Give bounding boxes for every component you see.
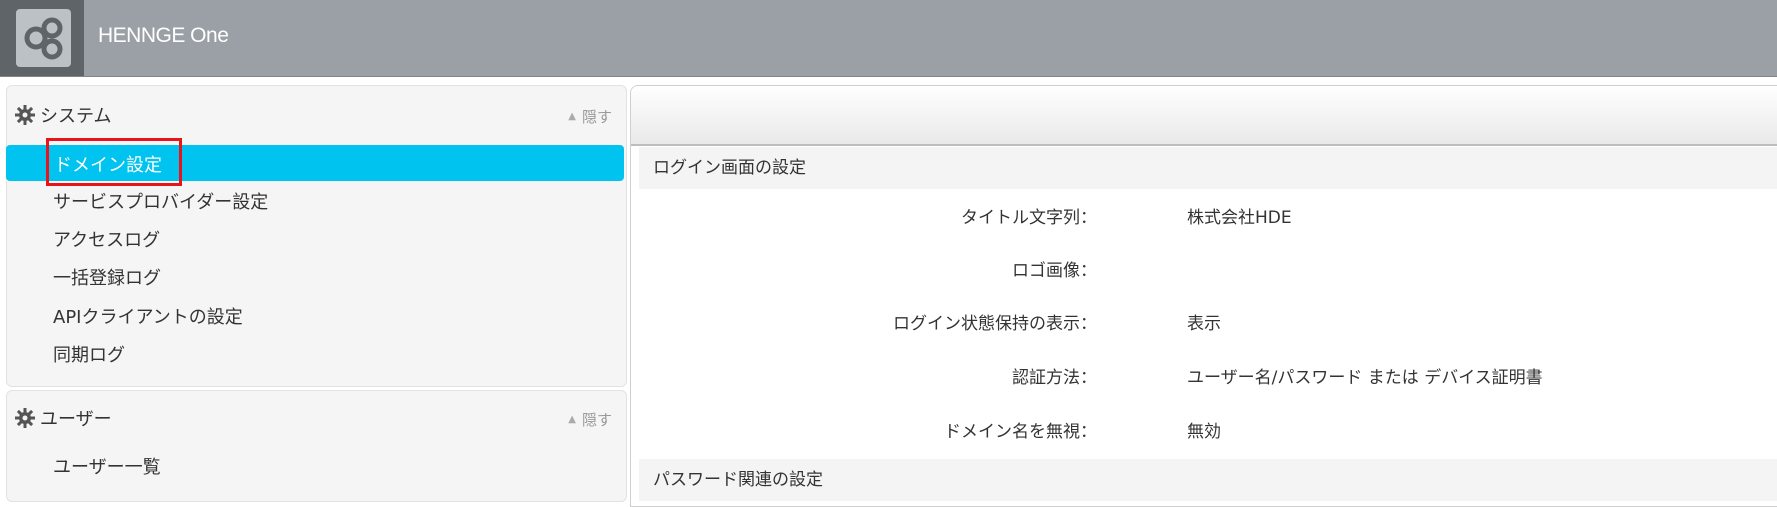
share-logo-icon	[16, 9, 71, 67]
sidebar-item-service-provider[interactable]: サービスプロバイダー設定	[53, 188, 268, 214]
highlight-annotation	[46, 138, 182, 186]
triangle-up-icon: ▲	[568, 111, 576, 122]
main-toolbar	[631, 86, 1777, 146]
setting-label: ログイン状態保持の表示：	[893, 314, 1097, 334]
sidebar-section-users: ユーザー ▲ 隠す	[6, 390, 627, 502]
sidebar-item-user-list[interactable]: ユーザー一覧	[53, 453, 161, 479]
brand-name: HENNGE One	[98, 24, 229, 47]
sidebar-item-sync-log[interactable]: 同期ログ	[53, 341, 125, 367]
section-title: ユーザー	[40, 409, 112, 430]
setting-row-ignore-domain: ドメイン名を無視： 無効	[631, 417, 1731, 443]
group-header-login-screen: ログイン画面の設定	[639, 147, 1777, 189]
triangle-up-icon: ▲	[568, 414, 576, 425]
setting-row-title: タイトル文字列： 株式会社HDE	[631, 203, 1731, 229]
section-title: システム	[40, 106, 112, 127]
setting-label: ドメイン名を無視：	[944, 422, 1097, 442]
setting-label: タイトル文字列：	[961, 208, 1097, 228]
setting-value: ユーザー名/パスワード または デバイス証明書	[1187, 368, 1543, 388]
setting-label: ロゴ画像：	[1012, 261, 1097, 281]
group-header-password: パスワード関連の設定	[639, 459, 1777, 501]
section-header-users: ユーザー	[15, 407, 112, 430]
setting-row-auth-method: 認証方法： ユーザー名/パスワード または デバイス証明書	[631, 363, 1731, 389]
app-logo[interactable]	[0, 0, 84, 76]
setting-label: 認証方法：	[1012, 368, 1097, 388]
setting-value: 表示	[1187, 314, 1221, 334]
hide-section-button[interactable]: ▲ 隠す	[568, 106, 612, 127]
sidebar-item-access-log[interactable]: アクセスログ	[53, 226, 160, 252]
setting-row-keep-login: ログイン状態保持の表示： 表示	[631, 309, 1731, 335]
sidebar-item-api-client[interactable]: APIクライアントの設定	[53, 303, 243, 329]
gear-icon	[15, 105, 35, 125]
sidebar-item-bulk-register-log[interactable]: 一括登録ログ	[53, 264, 161, 290]
top-bar: HENNGE One	[0, 0, 1777, 77]
setting-value: 株式会社HDE	[1187, 208, 1292, 228]
gear-icon	[15, 408, 35, 428]
section-header-system: システム	[15, 104, 112, 127]
setting-row-logo: ロゴ画像：	[631, 256, 1731, 282]
setting-value: 無効	[1187, 422, 1221, 442]
hide-section-button[interactable]: ▲ 隠す	[568, 409, 612, 430]
main-panel: ログイン画面の設定 タイトル文字列： 株式会社HDE ロゴ画像： ログイン状態保…	[630, 85, 1777, 507]
